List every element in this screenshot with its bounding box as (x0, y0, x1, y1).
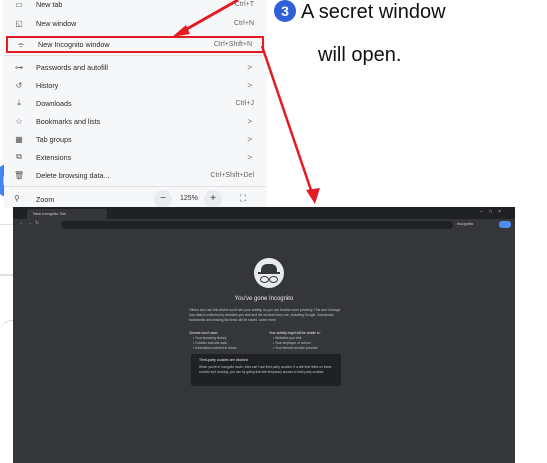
key-icon: ⊶ (15, 62, 23, 72)
arrowhead (306, 188, 320, 204)
col1-item: • Information entered in forms (193, 346, 237, 350)
menu-item-history[interactable]: ↺ History > (4, 76, 266, 94)
profile-button[interactable] (499, 221, 511, 228)
trash-icon: 🗑 (14, 170, 25, 180)
incognito-window: New Incognito Tab –□× ←→↻ Incognito You'… (13, 207, 515, 463)
tab-groups-icon: ▦ (15, 134, 23, 144)
incognito-badge: Incognito (457, 221, 474, 226)
address-bar[interactable] (61, 221, 453, 229)
zoom-out-button[interactable]: − (154, 190, 172, 208)
zoom-icon: ⚲ (14, 194, 20, 203)
menu-item-new-window[interactable]: ◱ New window Ctrl+N (4, 14, 266, 32)
chrome-menu: ▭ New tab Ctrl+T ◱ New window Ctrl+N ⌯ N… (4, 0, 266, 196)
menu-item-extensions[interactable]: ⧉ Extensions > (4, 148, 266, 166)
menu-item-new-incognito-window[interactable]: ⌯ New Incognito window Ctrl+Shift+N (6, 36, 264, 53)
incognito-intro: Others who use this device won't see you… (189, 308, 341, 322)
incognito-title: You've gone Incognito (234, 296, 294, 302)
menu-item-tab-groups[interactable]: ▦ Tab groups > (4, 130, 266, 148)
extensions-icon: ⧉ (16, 152, 22, 161)
menu-item-new-tab[interactable]: ▭ New tab Ctrl+T (4, 0, 266, 13)
menu-separator (4, 186, 266, 187)
menu-item-passwords[interactable]: ⊶ Passwords and autofill > (4, 58, 266, 76)
incognito-tab[interactable]: New Incognito Tab (27, 209, 107, 219)
menu-item-delete-browsing-data[interactable]: 🗑 Delete browsing data... Ctrl+Shift+Del (4, 166, 266, 184)
menu-item-downloads[interactable]: ⤓ Downloads Ctrl+J (4, 94, 266, 112)
incognito-icon (254, 258, 284, 288)
fullscreen-icon[interactable]: ⛶ (240, 193, 246, 204)
step-number-badge: 3 (274, 0, 296, 22)
history-icon: ↺ (15, 80, 23, 90)
incognito-icon: ⌯ (17, 39, 25, 49)
callout-text-line2: will open. (318, 44, 402, 66)
menu-item-zoom: ⚲ Zoom − 125% + ⛶ (4, 190, 266, 208)
menu-separator (4, 55, 266, 56)
arrow-to-incognito-window (260, 45, 315, 197)
zoom-label: Zoom (36, 195, 55, 204)
new-window-icon: ◱ (15, 18, 23, 28)
zoom-in-button[interactable]: + (204, 190, 222, 208)
download-icon: ⤓ (17, 98, 21, 107)
menu-item-bookmarks[interactable]: ☆ Bookmarks and lists > (4, 112, 266, 130)
callout-text-line1: A secret window (301, 1, 446, 23)
zoom-value: 125% (180, 195, 198, 202)
third-party-cookies-card: Third-party cookies are blocked When you… (191, 354, 341, 386)
nav-buttons[interactable]: ←→↻ (19, 220, 42, 226)
window-controls[interactable]: –□× (480, 209, 507, 215)
star-icon: ☆ (15, 116, 23, 126)
new-tab-icon: ▭ (15, 0, 23, 9)
cookie-body: When you're in Incognito mode, sites can… (199, 365, 332, 374)
col2-item: • Your internet service provider (273, 346, 318, 350)
cookie-heading: Third-party cookies are blocked (199, 358, 248, 362)
